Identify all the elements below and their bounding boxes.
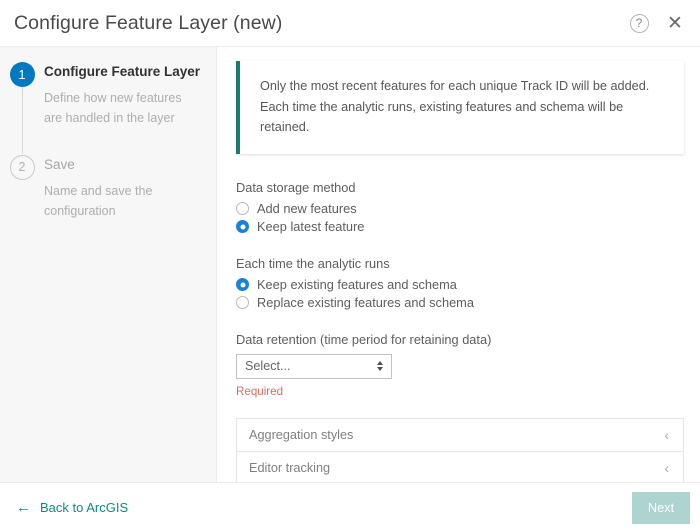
main-content: Only the most recent features for each u… [217, 47, 700, 482]
step-marker: 1 [0, 61, 44, 87]
accordion-aggregation-styles[interactable]: Aggregation styles ‹ [236, 417, 684, 452]
data-retention-select[interactable]: Select... [236, 353, 392, 379]
info-banner: Only the most recent features for each u… [236, 61, 684, 154]
radio-replace-existing-features[interactable]: Replace existing features and schema [236, 294, 684, 310]
step-number-badge: 1 [9, 62, 35, 87]
radio-label: Add new features [257, 200, 357, 216]
dialog-body: 1 Configure Feature Layer Define how new… [0, 46, 700, 482]
help-button[interactable]: ? [628, 12, 650, 34]
accordion-label: Aggregation styles [249, 427, 354, 442]
stepper-icon [377, 361, 383, 372]
step-body: Configure Feature Layer Define how new f… [44, 61, 200, 128]
data-storage-method-group: Data storage method Add new features Kee… [236, 180, 684, 234]
accordion-sections: Aggregation styles ‹ Editor tracking ‹ [236, 417, 684, 482]
step-number-badge: 2 [9, 154, 35, 180]
radio-label: Replace existing features and schema [257, 294, 474, 310]
help-circle-icon: ? [629, 13, 649, 33]
next-button[interactable]: Next [632, 491, 690, 524]
radio-icon-selected [236, 220, 249, 234]
chevron-up-icon [377, 361, 383, 366]
radio-keep-existing-features[interactable]: Keep existing features and schema [236, 276, 684, 292]
radio-keep-latest-feature[interactable]: Keep latest feature [236, 218, 684, 234]
dialog-footer: ← Back to ArcGIS Next [0, 482, 700, 532]
data-retention-value: Select... [245, 359, 291, 374]
radio-add-new-features[interactable]: Add new features [236, 200, 684, 216]
radio-icon-selected [236, 278, 249, 292]
close-button[interactable]: ✕ [664, 12, 686, 34]
back-to-arcgis-label: Back to ArcGIS [40, 500, 129, 515]
header-actions: ? ✕ [628, 12, 686, 34]
radio-label: Keep existing features and schema [257, 276, 457, 292]
sidebar-step-save[interactable]: 2 Save Name and save the configuration [0, 154, 216, 221]
chevron-down-icon [377, 367, 383, 372]
sidebar-step-configure-feature-layer[interactable]: 1 Configure Feature Layer Define how new… [0, 61, 216, 128]
data-retention-validation-message: Required [236, 384, 284, 398]
analytic-runs-label: Each time the analytic runs [236, 255, 390, 271]
step-description: Name and save the configuration [44, 184, 153, 218]
accordion-label: Editor tracking [249, 461, 331, 476]
dialog-header: Configure Feature Layer (new) ? ✕ [0, 0, 700, 46]
data-storage-method-label: Data storage method [236, 179, 356, 195]
data-retention-label: Data retention (time period for retainin… [236, 331, 492, 347]
step-description: Define how new features are handled in t… [44, 91, 182, 125]
chevron-left-icon: ‹ [664, 426, 669, 443]
info-banner-text: Only the most recent features for each u… [260, 79, 650, 135]
radio-label: Keep latest feature [257, 218, 365, 234]
page-title: Configure Feature Layer (new) [14, 11, 283, 34]
radio-icon [236, 202, 249, 216]
arrow-left-icon: ← [16, 499, 31, 516]
radio-icon [236, 296, 249, 310]
step-title: Configure Feature Layer [44, 64, 201, 79]
next-button-label: Next [647, 500, 675, 515]
analytic-runs-group: Each time the analytic runs Keep existin… [236, 256, 684, 310]
step-marker: 2 [0, 154, 44, 180]
close-icon: ✕ [667, 12, 683, 34]
data-retention-group: Data retention (time period for retainin… [236, 332, 684, 398]
accordion-editor-tracking[interactable]: Editor tracking ‹ [236, 451, 684, 482]
step-title: Save [44, 156, 75, 172]
steps-sidebar: 1 Configure Feature Layer Define how new… [0, 47, 217, 482]
configure-feature-layer-dialog: Configure Feature Layer (new) ? ✕ 1 Conf… [0, 0, 700, 532]
chevron-left-icon: ‹ [664, 460, 669, 477]
back-to-arcgis-link[interactable]: ← Back to ArcGIS [16, 500, 128, 515]
step-body: Save Name and save the configuration [44, 154, 194, 221]
